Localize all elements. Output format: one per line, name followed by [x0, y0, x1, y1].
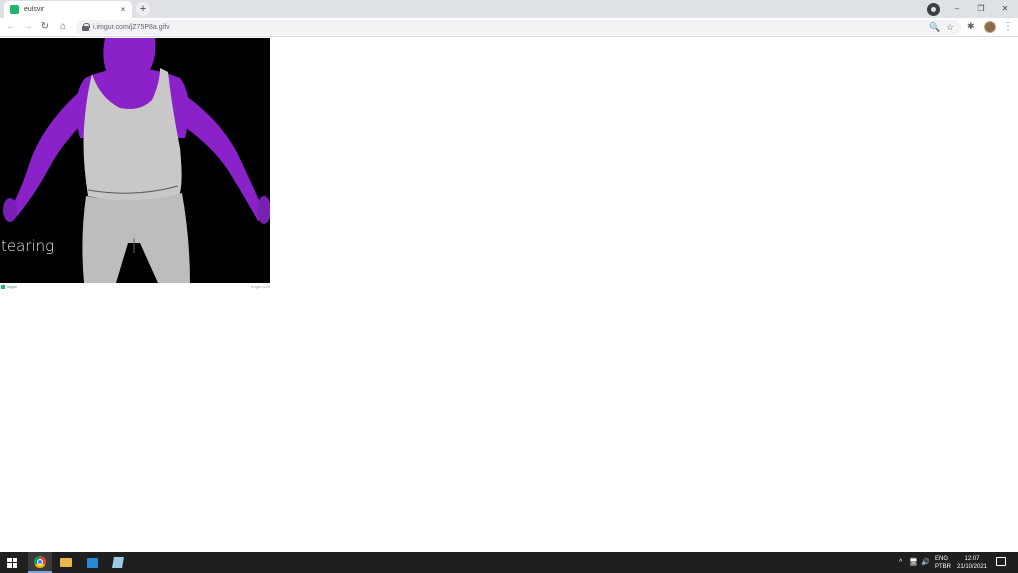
app-icon: [112, 557, 124, 568]
home-button[interactable]: ⌂: [56, 20, 70, 34]
keyboard-layout: PTBR: [935, 564, 952, 570]
imgur-logo-text: imgur: [7, 284, 18, 289]
mail-icon: [86, 557, 98, 568]
imgur-logo-icon: [1, 284, 5, 289]
browser-menu-icon[interactable]: ⋮: [1003, 20, 1013, 34]
imgur-favicon-icon: [10, 5, 19, 14]
extensions-puzzle-icon[interactable]: ✱: [967, 21, 975, 32]
network-icon[interactable]: 🖥: [909, 552, 918, 573]
tab-strip: eulsvir × + – ❐ ✕: [0, 0, 1018, 18]
forward-button[interactable]: →: [21, 20, 35, 34]
new-tab-button[interactable]: +: [136, 2, 150, 16]
browser-toolbar: ← → ↻ ⌂ i.imgur.com/jZ75P8a.gifv 🔍 ☆: [0, 18, 1018, 37]
taskbar-file-explorer[interactable]: [54, 552, 78, 573]
browser-tab[interactable]: eulsvir ×: [4, 1, 132, 18]
lock-icon[interactable]: [82, 23, 90, 31]
address-bar[interactable]: i.imgur.com/jZ75P8a.gifv 🔍 ☆: [76, 20, 961, 35]
bookmark-star-icon[interactable]: ☆: [946, 21, 954, 34]
reload-button[interactable]: ↻: [38, 20, 52, 34]
minimize-button[interactable]: –: [945, 1, 969, 16]
footer-link[interactable]: imgur.com: [252, 284, 270, 289]
volume-icon[interactable]: 🔊: [921, 552, 930, 573]
taskbar-app[interactable]: [106, 552, 130, 573]
chrome-icon: [34, 555, 46, 568]
language-code: ENG: [935, 556, 949, 562]
restore-button[interactable]: ❐: [969, 1, 993, 16]
taskbar-outlook[interactable]: [80, 552, 104, 573]
taskbar-chrome[interactable]: [28, 552, 52, 573]
notification-center-icon[interactable]: [996, 557, 1006, 566]
windows-logo-icon: [7, 557, 17, 568]
gif-video[interactable]: tearing: [0, 38, 270, 283]
gif-caption-text: tearing: [1, 237, 55, 255]
back-button[interactable]: ←: [4, 20, 18, 34]
start-button[interactable]: [0, 552, 24, 573]
tray-chevron-icon[interactable]: ^: [899, 552, 902, 573]
profile-avatar[interactable]: [984, 21, 996, 33]
page-viewport: tearing imgur imgur.com: [0, 38, 1018, 552]
zoom-icon[interactable]: 🔍: [929, 21, 940, 34]
clock-date: 21/10/2021: [956, 564, 988, 570]
url-text[interactable]: i.imgur.com/jZ75P8a.gifv: [93, 22, 170, 33]
folder-icon: [60, 558, 72, 567]
gif-footer: imgur imgur.com: [0, 284, 270, 290]
language-indicator[interactable]: ENG PTBR: [935, 555, 951, 571]
imgur-logo[interactable]: imgur: [1, 284, 17, 289]
profile-guest-icon[interactable]: [927, 3, 940, 16]
tab-title: eulsvir: [24, 6, 45, 13]
windows-taskbar: ^ 🖥 🔊 ENG PTBR 12:07 21/10/2021: [0, 552, 1018, 573]
system-clock[interactable]: 12:07 21/10/2021: [954, 555, 990, 571]
tab-close-icon[interactable]: ×: [118, 5, 128, 15]
close-window-button[interactable]: ✕: [993, 1, 1017, 16]
clock-time: 12:07: [964, 556, 980, 562]
